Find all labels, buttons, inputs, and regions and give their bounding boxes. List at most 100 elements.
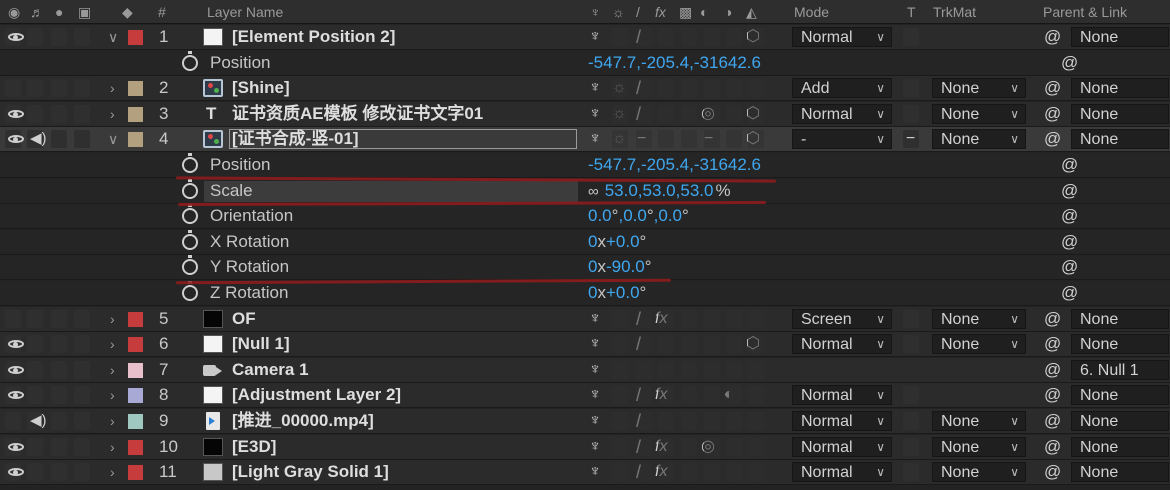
value-x[interactable]: 0.0 [588, 206, 612, 225]
layer-row-3[interactable]: ›3T证书资质AE模板 修改证书文字01♆☼/◎⬡Normal∨None∨@No… [0, 101, 1170, 127]
expression-pick-whip-icon[interactable]: @ [1061, 281, 1078, 305]
value-y[interactable]: -205.4 [641, 155, 689, 174]
shy-switch-icon[interactable]: ♆ [589, 25, 601, 49]
track-matte-dropdown[interactable]: None ∨ [932, 308, 1026, 329]
blend-mode-dropdown[interactable]: Normal ∨ [792, 411, 892, 431]
switch-slot[interactable] [704, 437, 720, 456]
parent-dropdown[interactable]: None [1071, 411, 1169, 431]
track-matte-dropdown[interactable]: None ∨ [932, 334, 1026, 355]
layer-name[interactable]: [Null 1] [232, 332, 290, 356]
av-switch-slot[interactable] [51, 463, 67, 482]
pick-whip-icon[interactable]: @ [1044, 409, 1061, 433]
switch-slot[interactable] [726, 463, 742, 482]
switch-slot[interactable] [658, 412, 674, 430]
twirl-right-chevron-icon[interactable]: › [110, 383, 115, 407]
av-switch-slot[interactable] [27, 463, 43, 482]
switch-slot[interactable] [681, 79, 697, 98]
layer-row-9[interactable]: ◀)›9[推进_00000.mp4]♆/Normal∨None∨@None [0, 409, 1170, 434]
layer-name[interactable]: [证书合成-竖-01] [232, 127, 359, 151]
switch-slot[interactable] [658, 79, 674, 98]
property-value[interactable]: ∞ 53.0,53.0,53.0% [588, 179, 731, 204]
switch-slot[interactable] [704, 386, 720, 405]
switch-slot[interactable] [748, 360, 764, 379]
shy-switch-icon[interactable]: ♆ [589, 435, 601, 459]
value-y[interactable]: -205.4 [641, 53, 689, 72]
switch-slot[interactable] [612, 104, 628, 123]
switch-slot[interactable] [748, 335, 764, 354]
value-z[interactable]: 0.0 [658, 206, 682, 225]
av-switch-slot[interactable] [74, 309, 90, 328]
av-switch-slot[interactable] [74, 437, 90, 456]
stopwatch-icon[interactable] [182, 255, 198, 276]
pick-whip-icon[interactable]: @ [1044, 307, 1061, 331]
switch-slot[interactable] [748, 386, 764, 405]
twirl-right-chevron-icon[interactable]: › [110, 307, 115, 331]
layer-name[interactable]: [Light Gray Solid 1] [232, 460, 389, 484]
switch-slot[interactable] [612, 335, 628, 354]
switch-slot[interactable] [681, 386, 697, 405]
switch-slot[interactable] [748, 463, 764, 482]
value-x[interactable]: -547.7 [588, 155, 636, 174]
av-switch-slot[interactable] [51, 360, 67, 379]
label-color-swatch[interactable] [128, 132, 143, 148]
av-switch-slot[interactable] [51, 104, 67, 123]
video-visibility-eye-icon[interactable] [7, 108, 25, 120]
property-row-position[interactable]: Position -547.7,-205.4,-31642.6 @ [0, 50, 1170, 76]
switch-slot[interactable] [681, 104, 697, 123]
twirl-down-chevron-icon[interactable]: ∨ [108, 25, 118, 49]
property-value[interactable]: 0.0°,0.0°,0.0° [588, 204, 689, 228]
blend-mode-dropdown[interactable]: Normal ∨ [792, 436, 892, 457]
layer-row-6[interactable]: ›6[Null 1]♆/⬡Normal∨None∨@None [0, 332, 1170, 358]
switch-slot[interactable] [748, 309, 764, 328]
twirl-right-chevron-icon[interactable]: › [110, 358, 115, 382]
layer-row-7[interactable]: › 7 Camera 1 ♆ @6. Null 1 [0, 357, 1170, 383]
av-switch-slot[interactable] [51, 28, 67, 46]
layer-row-11[interactable]: ›11[Light Gray Solid 1]♆/fxNormal∨None∨@… [0, 460, 1170, 486]
preserve-transparency-toggle[interactable] [903, 28, 919, 46]
preserve-transparency-toggle[interactable] [903, 412, 919, 430]
video-visibility-eye-icon[interactable] [7, 338, 25, 350]
av-switch-slot[interactable] [5, 309, 21, 328]
switch-slot[interactable] [748, 104, 764, 123]
pick-whip-icon[interactable]: @ [1044, 332, 1061, 356]
blend-mode-dropdown[interactable]: Normal ∨ [792, 385, 892, 406]
twirl-right-chevron-icon[interactable]: › [110, 76, 115, 100]
switch-slot[interactable] [704, 463, 720, 482]
av-switch-slot[interactable] [27, 28, 43, 46]
value-y[interactable]: 0.0 [623, 206, 647, 225]
property-value[interactable]: -547.7,-205.4,-31642.6 [588, 153, 761, 177]
switch-slot[interactable] [748, 437, 764, 456]
switch-slot[interactable] [612, 28, 628, 46]
switch-slot[interactable] [636, 335, 652, 354]
pick-whip-icon[interactable]: @ [1044, 358, 1061, 382]
property-value[interactable]: 0x-90.0° [588, 255, 652, 279]
av-switch-slot[interactable] [74, 335, 90, 354]
av-switch-slot[interactable] [5, 79, 21, 98]
switch-slot[interactable] [612, 386, 628, 405]
layer-name[interactable]: 证书资质AE模板 修改证书文字01 [232, 102, 483, 126]
blend-mode-dropdown[interactable]: - ∨ [792, 129, 892, 150]
video-visibility-eye-icon[interactable] [7, 364, 25, 376]
motion-blur-switch-icon[interactable]: ◐ [700, 0, 708, 24]
av-switch-slot[interactable] [74, 386, 90, 405]
parent-dropdown[interactable]: None [1071, 103, 1169, 124]
preserve-transparency-toggle[interactable] [903, 463, 919, 482]
value-x[interactable]: -547.7 [588, 53, 636, 72]
switch-slot[interactable] [636, 463, 652, 482]
collapse-switch-icon[interactable]: ☼ [612, 0, 625, 24]
blend-mode-dropdown[interactable]: Normal ∨ [792, 334, 892, 355]
value-z[interactable]: 53.0 [680, 181, 713, 200]
video-visibility-eye-icon[interactable] [7, 466, 25, 478]
switch-slot[interactable] [658, 386, 674, 405]
parent-dropdown[interactable]: None [1071, 27, 1169, 47]
switch-slot[interactable] [658, 335, 674, 354]
property-value[interactable]: -547.7,-205.4,-31642.6 [588, 51, 761, 75]
video-switch-icon[interactable]: ◉ [8, 0, 20, 24]
switch-slot[interactable] [748, 412, 764, 430]
label-color-swatch[interactable] [128, 388, 143, 404]
label-color-swatch[interactable] [128, 106, 143, 122]
layer-name[interactable]: [E3D] [232, 435, 276, 459]
layer-name[interactable]: [Shine] [232, 76, 290, 100]
parent-dropdown[interactable]: None [1071, 78, 1169, 99]
blend-mode-dropdown[interactable]: Normal ∨ [792, 462, 892, 483]
